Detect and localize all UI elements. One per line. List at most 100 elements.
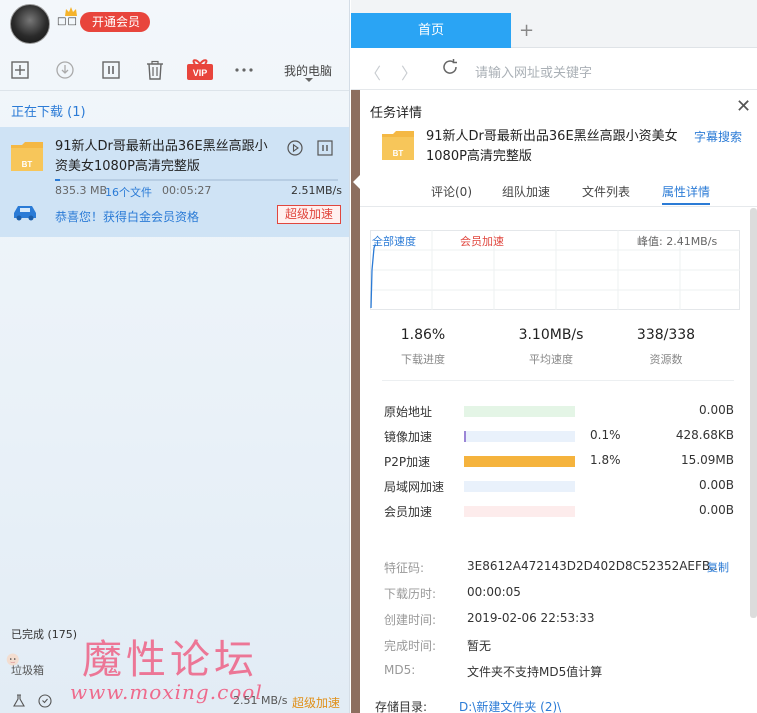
source-bar-fill — [464, 456, 575, 467]
forward-button[interactable]: 〉 — [401, 60, 417, 84]
more-icon[interactable] — [234, 60, 254, 80]
username: □□ — [57, 16, 78, 27]
bt-folder-icon: BT — [382, 131, 414, 160]
source-size: 0.00B — [699, 478, 734, 492]
source-bar-fill — [464, 406, 575, 417]
toolbar: VIP 我的电脑 — [0, 54, 349, 88]
task-progress-bar — [55, 179, 338, 181]
task-speed: 2.51MB/s — [291, 184, 342, 197]
divider — [360, 206, 757, 207]
subtitle-search-link[interactable]: 字幕搜索 — [694, 127, 742, 147]
task-name: 91新人Dr哥最新出品36E黑丝高跟小资美女1080P高清完整版 — [55, 139, 268, 174]
peak-speed: 峰值: 2.41MB/s — [637, 235, 718, 248]
stat-value: 3.10MB/s — [518, 327, 584, 343]
delete-icon[interactable] — [145, 60, 165, 80]
detail-tabs: 评论(0) 组队加速 文件列表 属性详情 — [360, 183, 757, 207]
avatar[interactable] — [10, 4, 50, 44]
info-row-completed: 完成时间: 暂无 — [384, 635, 744, 655]
watermark-title: 魔性论坛 — [82, 637, 258, 683]
bottom-super-accel-link[interactable]: 超级加速 — [292, 694, 340, 711]
legend-vip-speed: 会员加速 — [460, 235, 504, 248]
browser-tab-bar: 首页 + — [351, 0, 757, 48]
source-label: 会员加速 — [384, 505, 433, 519]
source-bar — [464, 431, 575, 442]
tab-team-accel[interactable]: 组队加速 — [502, 183, 550, 200]
panel-pointer — [353, 175, 360, 189]
info-value: 3E8612A472143D2D402D8C52352AEFB... — [467, 559, 722, 573]
source-row: 会员加速 0.00B — [384, 501, 734, 521]
downloading-section-title[interactable]: 正在下载 (1) — [11, 101, 86, 120]
task-size: 835.3 MB — [55, 184, 108, 197]
status-bar: 2.51 MB/s 超级加速 — [0, 690, 349, 713]
clock-icon[interactable] — [38, 694, 52, 708]
divider — [0, 90, 349, 91]
task-progress-fill — [55, 179, 61, 181]
task-files-link[interactable]: 16个文件 — [105, 184, 152, 200]
chevron-down-icon[interactable] — [305, 78, 313, 82]
legend-all-speed: 全部速度 — [372, 235, 416, 248]
user-bar: □□ 开通会员 — [0, 0, 349, 48]
super-accel-button[interactable]: 超级加速 — [277, 205, 341, 224]
new-tab-button[interactable]: + — [519, 20, 534, 41]
source-size: 0.00B — [699, 403, 734, 417]
tab-comments[interactable]: 评论(0) — [431, 183, 472, 200]
browser-pane: 首页 + 〈 〉 请输入网址或关键字 任务详情 ✕ BT 91新人Dr哥最新出品… — [351, 0, 757, 713]
source-bar — [464, 481, 575, 492]
tab-file-list[interactable]: 文件列表 — [582, 183, 630, 200]
download-icon[interactable] — [55, 60, 75, 80]
address-input[interactable]: 请输入网址或关键字 — [475, 62, 592, 81]
download-task-card[interactable]: BT 91新人Dr哥最新出品36E黑丝高跟小资美女1080P高清完整版 835.… — [0, 127, 349, 237]
pause-icon[interactable] — [317, 140, 333, 156]
source-label: 镜像加速 — [384, 430, 433, 444]
copy-hash-link[interactable]: 复制 — [707, 559, 729, 575]
source-size: 15.09MB — [681, 453, 734, 467]
info-label: 创建时间: — [384, 613, 437, 627]
info-label: 完成时间: — [384, 639, 437, 653]
source-label: 局域网加速 — [384, 480, 445, 494]
source-size: 428.68KB — [675, 428, 734, 442]
info-row-hash: 特征码: 3E8612A472143D2D402D8C52352AEFB... … — [384, 557, 744, 577]
source-bar — [464, 406, 575, 417]
add-icon[interactable] — [10, 60, 30, 80]
address-bar: 〈 〉 请输入网址或关键字 — [351, 48, 757, 90]
info-row-md5: MD5: 文件夹不支持MD5值计算 — [384, 661, 744, 681]
info-row-created: 创建时间: 2019-02-06 22:53:33 — [384, 609, 744, 629]
forum-mascot-icon — [6, 653, 19, 666]
source-label: 原始地址 — [384, 405, 433, 419]
detail-title: 任务详情 — [370, 106, 423, 121]
tab-home[interactable]: 首页 — [351, 13, 511, 48]
source-bar — [464, 506, 575, 517]
pause-all-icon[interactable] — [101, 60, 121, 80]
bt-badge: BT — [22, 160, 33, 169]
close-icon[interactable]: ✕ — [736, 96, 751, 117]
info-label: 下载历时: — [384, 587, 437, 601]
source-percent: 1.8% — [590, 453, 621, 467]
source-size: 0.00B — [699, 503, 734, 517]
bt-badge: BT — [393, 149, 404, 158]
source-bar-fill — [464, 506, 575, 517]
vip-gift-icon[interactable]: VIP — [186, 57, 214, 81]
bt-folder-icon: BT — [11, 142, 43, 171]
open-vip-button[interactable]: 开通会员 — [80, 12, 151, 32]
stat-avg-speed: 3.10MB/s 平均速度 — [491, 327, 611, 367]
vip-car-icon — [14, 206, 36, 221]
storage-path-link[interactable]: D:\新建文件夹 (2)\ — [459, 698, 561, 713]
source-bar — [464, 456, 575, 467]
info-value: 00:00:05 — [467, 585, 521, 599]
info-label: 特征码: — [384, 561, 425, 575]
task-detail-panel: 任务详情 ✕ BT 91新人Dr哥最新出品36E黑丝高跟小资美女1080P高清完… — [353, 90, 757, 713]
refresh-icon[interactable] — [441, 58, 459, 76]
download-panel: □□ 开通会员 VIP 我的电脑 正在下载 (1) BT 91新人Dr哥最新出品… — [0, 0, 350, 713]
source-row: 原始地址 0.00B — [384, 401, 734, 421]
play-icon[interactable] — [287, 140, 303, 156]
tab-properties[interactable]: 属性详情 — [662, 183, 711, 205]
stat-value: 338/338 — [636, 327, 696, 343]
stat-value: 1.86% — [400, 327, 446, 343]
my-pc-dropdown[interactable]: 我的电脑 — [284, 62, 332, 79]
source-percent: 0.1% — [590, 428, 621, 442]
back-button[interactable]: 〈 — [365, 60, 381, 84]
info-row-duration: 下载历时: 00:00:05 — [384, 583, 744, 603]
flask-icon[interactable] — [12, 694, 26, 708]
source-row: 局域网加速 0.00B — [384, 476, 734, 496]
detail-scrollbar[interactable] — [750, 208, 757, 618]
